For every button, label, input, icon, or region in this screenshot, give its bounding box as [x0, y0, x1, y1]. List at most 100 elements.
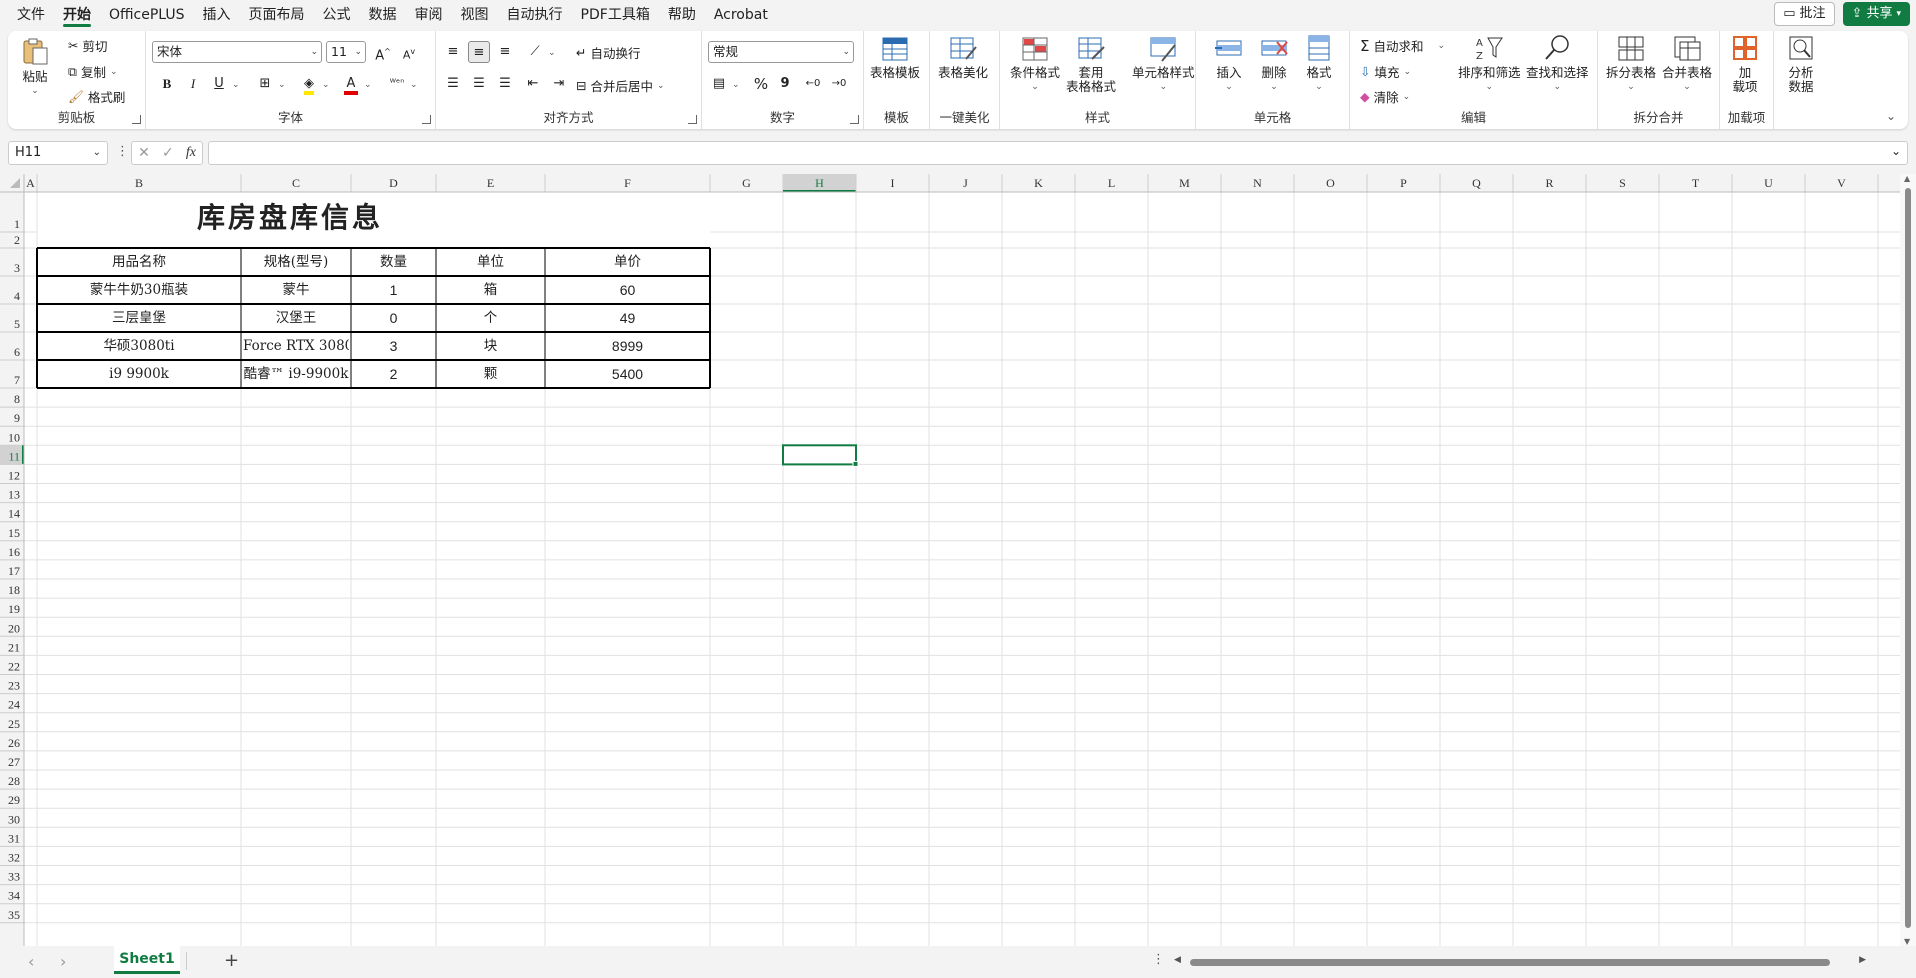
- menu-item[interactable]: 公式: [314, 0, 360, 30]
- dialog-launcher-icon[interactable]: [422, 115, 431, 124]
- menu-item[interactable]: 视图: [452, 0, 498, 30]
- chevron-down-icon[interactable]: ⌄: [732, 80, 740, 90]
- analyze-data-button[interactable]: 分析 数据: [1786, 33, 1816, 94]
- ribbon-collapse-icon[interactable]: ⌄: [1886, 109, 1896, 123]
- table-header-cell[interactable]: 规格(型号): [243, 248, 349, 276]
- table-cell[interactable]: 块: [438, 332, 543, 360]
- table-cell[interactable]: 60: [547, 276, 708, 304]
- dialog-launcher-icon[interactable]: [132, 115, 141, 124]
- table-cell[interactable]: i9 9900k: [39, 360, 239, 388]
- formula-input[interactable]: ⌄: [208, 141, 1908, 165]
- menu-item[interactable]: 开始: [54, 0, 100, 30]
- table-header-cell[interactable]: 单价: [547, 248, 708, 276]
- menu-item[interactable]: 页面布局: [240, 0, 314, 30]
- more-icon[interactable]: ⋮: [116, 144, 129, 159]
- copy-button[interactable]: ⧉ 复制 ⌄: [68, 62, 118, 81]
- scroll-left-icon[interactable]: ◀: [1174, 955, 1181, 965]
- scroll-down-icon[interactable]: ▼: [1904, 937, 1910, 946]
- autosum-button[interactable]: Σ 自动求和 ⌄: [1360, 36, 1445, 55]
- menu-item[interactable]: OfficePLUS: [100, 0, 194, 30]
- add-sheet-button[interactable]: +: [224, 950, 239, 971]
- table-cell[interactable]: 箱: [438, 276, 543, 304]
- align-middle-button[interactable]: ≡: [468, 41, 490, 63]
- insert-cells-button[interactable]: 插入 ⌄: [1214, 33, 1244, 94]
- menu-item[interactable]: Acrobat: [705, 0, 777, 30]
- table-cell[interactable]: 蒙牛: [243, 276, 349, 304]
- grow-font-button[interactable]: A^: [372, 41, 394, 63]
- fx-icon[interactable]: fx: [186, 145, 196, 161]
- addins-button[interactable]: 加 载项: [1730, 33, 1760, 94]
- table-cell[interactable]: 颗: [438, 360, 543, 388]
- table-header-cell[interactable]: 数量: [353, 248, 434, 276]
- more-icon[interactable]: ⋮: [1152, 952, 1165, 967]
- prev-sheet-icon[interactable]: ‹: [28, 952, 34, 971]
- table-cell[interactable]: 汉堡王: [243, 304, 349, 332]
- font-size-select[interactable]: 11 ⌄: [326, 41, 366, 63]
- chevron-down-icon[interactable]: ⌄: [322, 80, 330, 90]
- table-beautify-button[interactable]: 表格美化: [938, 33, 988, 80]
- fill-button[interactable]: ⇩ 填充 ⌄: [1360, 62, 1411, 81]
- comma-style-button[interactable]: 9: [774, 73, 796, 95]
- font-color-button[interactable]: A: [340, 73, 362, 95]
- menu-item[interactable]: 自动执行: [498, 0, 572, 30]
- italic-button[interactable]: I: [182, 73, 204, 95]
- decrease-indent-button[interactable]: ⇤: [522, 73, 544, 95]
- table-template-button[interactable]: 表格模板: [870, 33, 920, 80]
- cell-styles-button[interactable]: 单元格样式 ⌄: [1132, 33, 1195, 94]
- align-center-button[interactable]: ☰: [468, 73, 490, 95]
- table-cell[interactable]: 三层皇堡: [39, 304, 239, 332]
- chevron-down-icon[interactable]: ⌄: [232, 80, 240, 90]
- menu-item[interactable]: PDF工具箱: [572, 0, 659, 30]
- decrease-decimal-button[interactable]: →0: [828, 73, 850, 95]
- share-button[interactable]: ⇪ 共享 ▾: [1842, 2, 1910, 26]
- chevron-down-icon[interactable]: ⌄: [1891, 144, 1901, 158]
- chevron-down-icon[interactable]: ⌄: [364, 80, 372, 90]
- menu-item[interactable]: 数据: [360, 0, 406, 30]
- borders-button[interactable]: ⊞: [254, 73, 276, 95]
- clear-button[interactable]: ◆ 清除 ⌄: [1360, 87, 1410, 106]
- table-cell[interactable]: 49: [547, 304, 708, 332]
- chevron-down-icon[interactable]: ⌄: [410, 80, 418, 90]
- align-bottom-button[interactable]: ≡: [494, 41, 516, 63]
- format-cells-button[interactable]: 格式 ⌄: [1304, 33, 1334, 94]
- chevron-down-icon[interactable]: ⌄: [548, 48, 556, 58]
- cut-button[interactable]: ✂ 剪切: [68, 36, 108, 55]
- dialog-launcher-icon[interactable]: [688, 115, 697, 124]
- bold-button[interactable]: B: [156, 73, 178, 95]
- chevron-down-icon[interactable]: ⌄: [278, 80, 286, 90]
- wrap-text-button[interactable]: ↵ 自动换行: [576, 43, 641, 62]
- orientation-button[interactable]: ⟋: [524, 41, 546, 63]
- menu-item[interactable]: 文件: [8, 0, 54, 30]
- table-cell[interactable]: 5400: [547, 360, 708, 388]
- percent-button[interactable]: %: [750, 73, 772, 95]
- table-cell[interactable]: Force RTX 3080: [243, 332, 349, 360]
- find-select-button[interactable]: 查找和选择 ⌄: [1526, 33, 1589, 94]
- table-cell[interactable]: 8999: [547, 332, 708, 360]
- underline-button[interactable]: U: [208, 73, 230, 95]
- align-top-button[interactable]: ≡: [442, 41, 464, 63]
- sheet-tab[interactable]: Sheet1: [114, 946, 180, 974]
- horizontal-scrollbar[interactable]: ◀ ▶: [1170, 955, 1870, 969]
- merge-center-button[interactable]: ⊟ 合并后居中 ⌄: [576, 76, 665, 95]
- number-format-select[interactable]: 常规 ⌄: [708, 41, 854, 63]
- sort-filter-button[interactable]: AZ 排序和筛选 ⌄: [1458, 33, 1521, 94]
- table-header-cell[interactable]: 单位: [438, 248, 543, 276]
- scroll-thumb[interactable]: [1905, 188, 1911, 928]
- next-sheet-icon[interactable]: ›: [60, 952, 66, 971]
- format-as-table-button[interactable]: 套用 表格格式: [1066, 33, 1116, 94]
- table-header-cell[interactable]: 用品名称: [39, 248, 239, 276]
- table-cell[interactable]: 蒙牛牛奶30瓶装: [39, 276, 239, 304]
- conditional-format-button[interactable]: 条件格式 ⌄: [1010, 33, 1060, 94]
- check-icon[interactable]: ✓: [162, 145, 174, 161]
- scroll-up-icon[interactable]: ▲: [1904, 174, 1910, 183]
- worksheet-grid[interactable]: A B C D E F G H I J K L M N O P Q R S T U V 1 2 3 4 5 6 7 8 9 10 11 12 13 1…: [0, 174, 1916, 946]
- font-family-select[interactable]: 宋体 ⌄: [152, 41, 322, 63]
- comments-button[interactable]: ▭ 批注: [1774, 2, 1835, 26]
- currency-button[interactable]: ▤: [708, 73, 730, 95]
- table-cell[interactable]: 酷睿™ i9-9900k: [243, 360, 349, 388]
- shrink-font-button[interactable]: Av: [398, 41, 420, 63]
- table-cell[interactable]: 2: [353, 360, 434, 388]
- table-cell[interactable]: 华硕3080ti: [39, 332, 239, 360]
- format-painter-button[interactable]: 🖌 格式刷: [68, 87, 125, 106]
- table-cell[interactable]: 0: [353, 304, 434, 332]
